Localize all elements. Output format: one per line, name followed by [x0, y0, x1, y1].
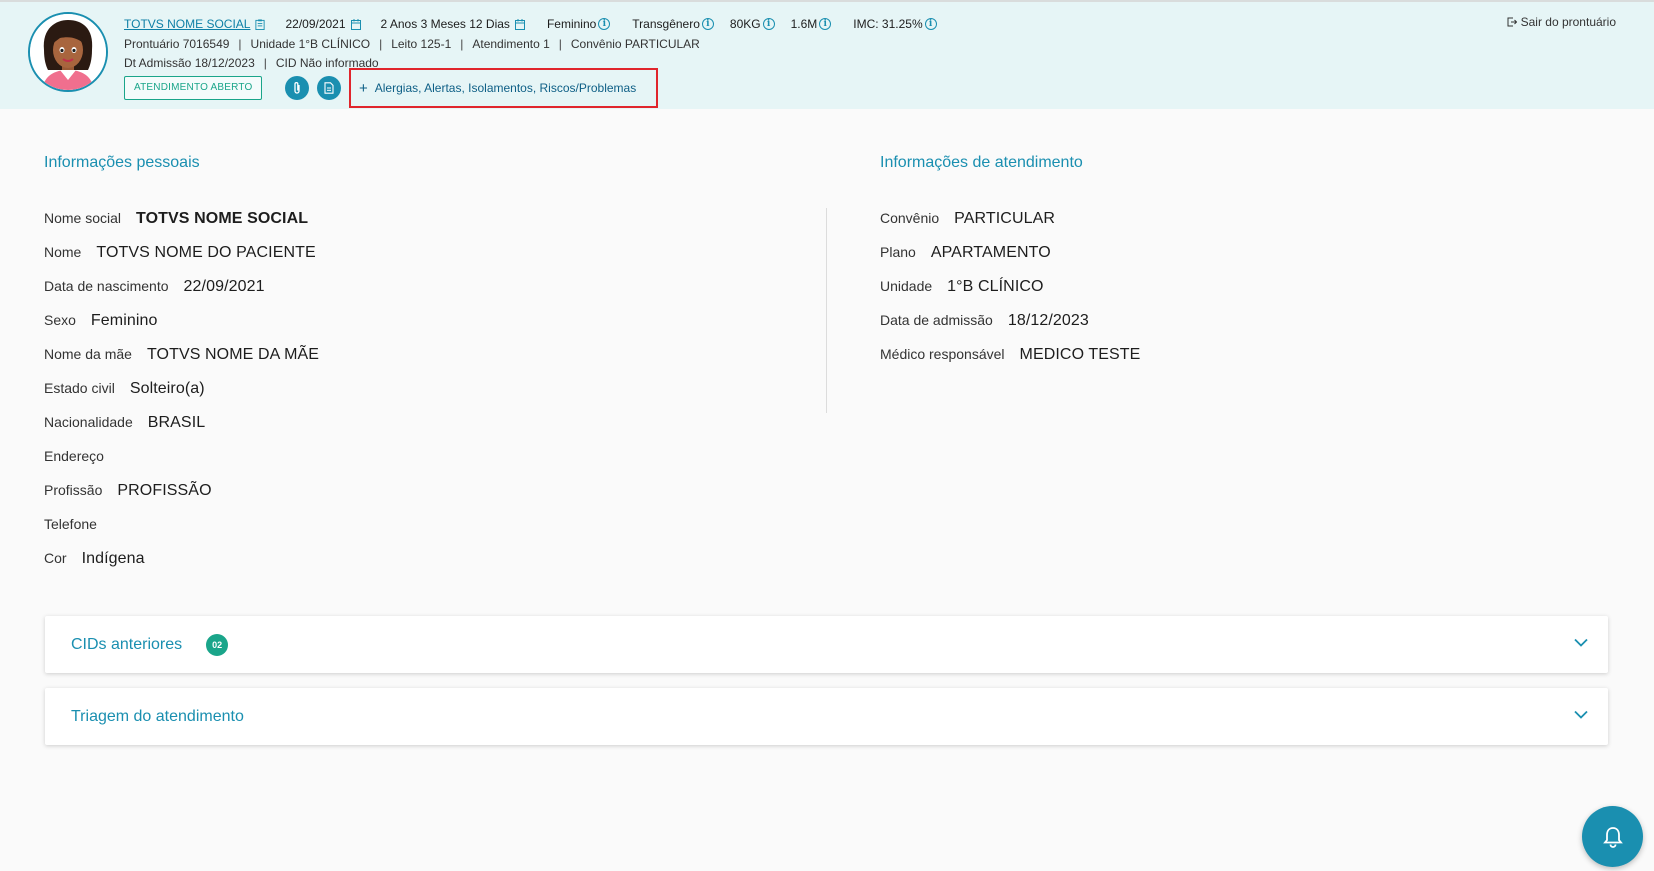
- atendimento-info: Atendimento 1: [472, 36, 550, 51]
- accordion-title: Triagem do atendimento: [71, 707, 244, 725]
- field-unidade: Unidade 1°B CLÍNICO: [880, 278, 1044, 295]
- birth-date: 22/09/2021: [285, 16, 346, 31]
- patient-name-link[interactable]: TOTVS NOME SOCIAL: [124, 17, 250, 31]
- attendance-info-title: Informações de atendimento: [880, 154, 1083, 171]
- logout-icon: [1507, 17, 1517, 27]
- attachments-button[interactable]: [285, 75, 310, 100]
- field-data-admissao: Data de admissão 18/12/2023: [880, 312, 1089, 329]
- field-data-nascimento: Data de nascimento 22/09/2021: [44, 278, 265, 295]
- avatar-illustration-icon: [30, 14, 106, 90]
- patient-sex: Feminino: [546, 16, 597, 31]
- patient-weight: 80KG: [729, 16, 761, 31]
- accordion-title: CIDs anteriores: [71, 635, 183, 653]
- patient-header: TOTVS NOME SOCIAL 22/09/2021 2 Anos 3 Me…: [0, 2, 1654, 109]
- field-sexo: Sexo Feminino: [44, 312, 158, 329]
- info-icon[interactable]: i: [819, 17, 832, 30]
- patient-height: 1.6M: [790, 16, 818, 31]
- chevron-down-icon[interactable]: [1574, 638, 1588, 647]
- info-icon[interactable]: i: [924, 17, 937, 30]
- field-profissao: Profissão PROFISSÃO: [44, 482, 212, 499]
- bell-icon: [1602, 826, 1623, 848]
- info-icon[interactable]: i: [598, 17, 611, 30]
- paperclip-icon: [294, 81, 301, 94]
- personal-info-title: Informações pessoais: [44, 154, 200, 171]
- field-plano: Plano APARTAMENTO: [880, 244, 1051, 261]
- header-row-actions: ATENDIMENTO ABERTO: [124, 75, 342, 100]
- admission-date: Dt Admissão 18/12/2023: [124, 55, 255, 70]
- info-icon[interactable]: i: [762, 17, 775, 30]
- status-badge: ATENDIMENTO ABERTO: [124, 75, 263, 100]
- field-estado-civil: Estado civil Solteiro(a): [44, 380, 205, 397]
- unidade-info: Unidade 1°B CLÍNICO: [250, 36, 371, 51]
- field-endereco: Endereço: [44, 448, 104, 464]
- field-telefone: Telefone: [44, 516, 97, 532]
- logout-link[interactable]: Sair do prontuário: [1507, 15, 1616, 29]
- logout-label: Sair do prontuário: [1520, 15, 1616, 29]
- header-row-admission: Dt Admissão 18/12/2023 | CID Não informa…: [124, 55, 379, 70]
- document-icon: [324, 81, 335, 94]
- count-badge: 02: [206, 633, 229, 656]
- documents-button[interactable]: [317, 75, 342, 100]
- field-nome-social: Nome social TOTVS NOME SOCIAL: [44, 210, 309, 227]
- patient-gender: Transgênero: [632, 16, 700, 31]
- notifications-button[interactable]: [1582, 806, 1643, 867]
- alerts-button[interactable]: + Alergias, Alertas, Isolamentos, Riscos…: [349, 68, 658, 108]
- column-divider: [826, 208, 827, 413]
- field-medico-responsavel: Médico responsável MEDICO TESTE: [880, 346, 1141, 363]
- plus-icon: +: [359, 79, 368, 97]
- info-icon[interactable]: i: [701, 17, 714, 30]
- accordion-triagem[interactable]: Triagem do atendimento: [45, 688, 1608, 745]
- chevron-down-icon[interactable]: [1574, 710, 1588, 719]
- field-convenio: Convênio PARTICULAR: [880, 210, 1056, 227]
- field-cor: Cor Indígena: [44, 550, 145, 567]
- field-nome-mae: Nome da mãe TOTVS NOME DA MÃE: [44, 346, 320, 363]
- patient-bmi: IMC: 31.25%: [853, 16, 923, 31]
- header-row-identity: TOTVS NOME SOCIAL 22/09/2021 2 Anos 3 Me…: [124, 15, 937, 32]
- calendar-icon: [350, 19, 361, 30]
- patient-age: 2 Anos 3 Meses 12 Dias: [380, 16, 510, 31]
- patient-avatar: [28, 12, 108, 92]
- prontuario-number: Prontuário 7016549: [124, 36, 230, 51]
- alerts-label: Alergias, Alertas, Isolamentos, Riscos/P…: [374, 81, 637, 95]
- clipboard-icon[interactable]: [255, 19, 266, 30]
- header-row-record: Prontuário 7016549 | Unidade 1°B CLÍNICO…: [124, 36, 700, 51]
- accordion-cids-anteriores[interactable]: CIDs anteriores 02: [45, 616, 1608, 673]
- field-nome: Nome TOTVS NOME DO PACIENTE: [44, 244, 316, 261]
- convenio-info: Convênio PARTICULAR: [570, 36, 700, 51]
- field-nacionalidade: Nacionalidade BRASIL: [44, 414, 206, 431]
- calendar-icon: [514, 19, 525, 30]
- leito-info: Leito 125-1: [391, 36, 452, 51]
